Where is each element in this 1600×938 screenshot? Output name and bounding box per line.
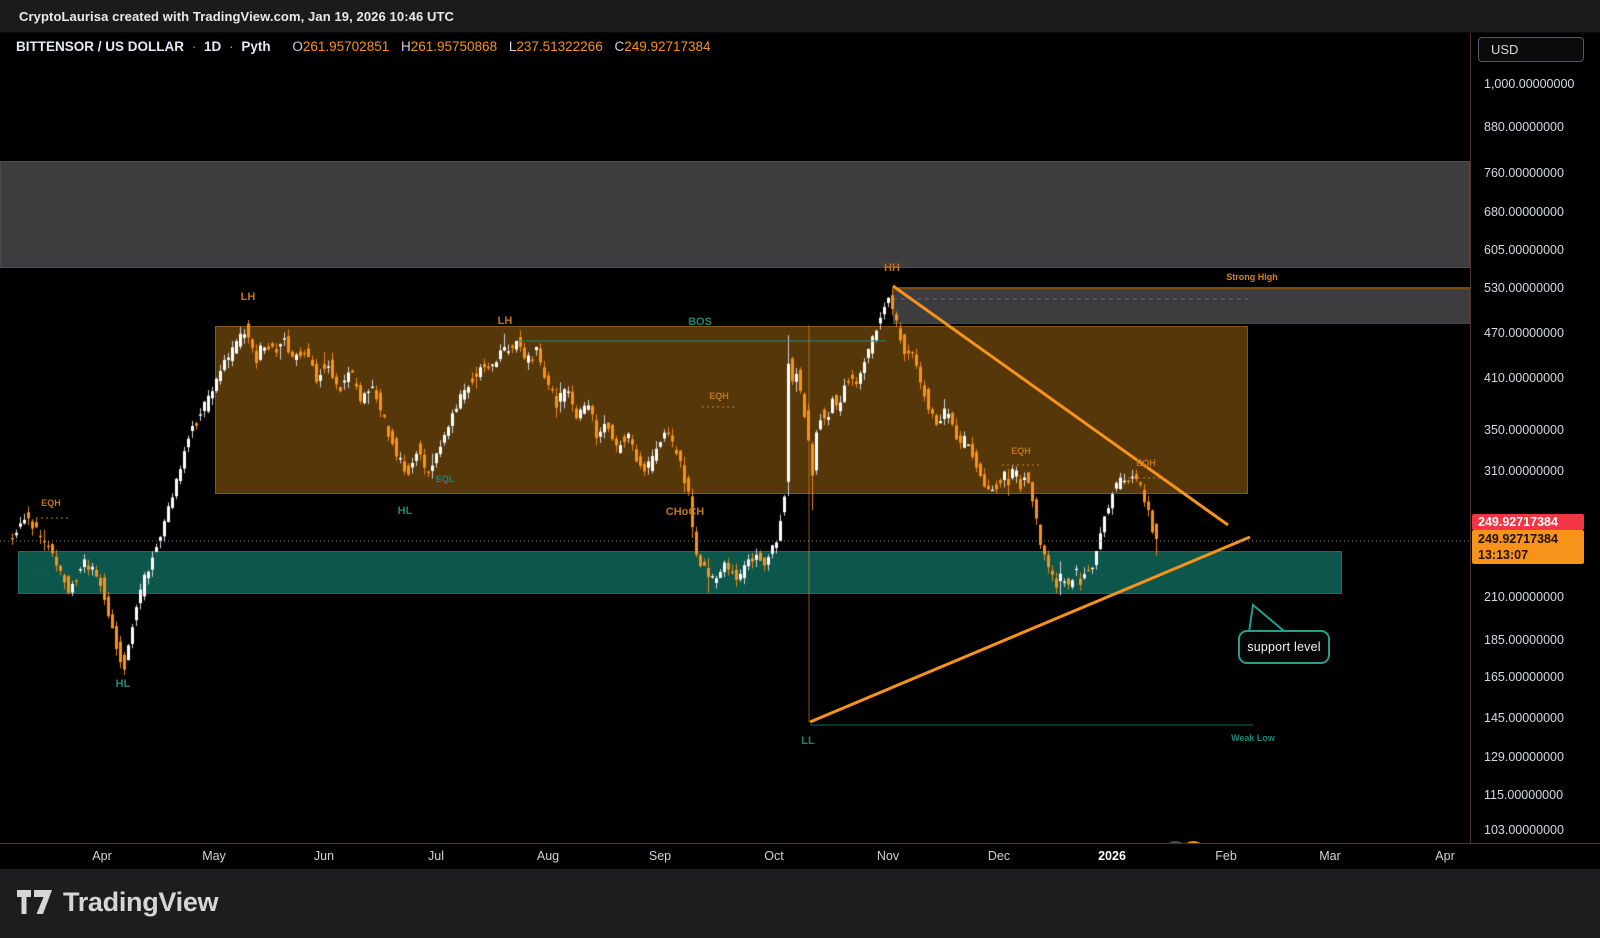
annotation-hl: HL [116, 678, 131, 690]
annotation-strong-high: Strong High [1226, 272, 1278, 282]
time-tick-aug: Aug [537, 849, 559, 863]
tradingview-wordmark: TradingView [63, 887, 218, 918]
currency-label: USD [1491, 42, 1518, 57]
annotation-eqh: EQH [41, 498, 61, 508]
support-level-text: support level [1247, 640, 1320, 654]
annotation-eql: EQL [31, 567, 50, 577]
time-tick-jul: Jul [428, 849, 444, 863]
annotation-hh: HH [884, 262, 900, 274]
support-level-callout[interactable]: support level [1238, 630, 1330, 664]
high-value: 261.95750868 [411, 39, 497, 54]
countdown-timer: 13:13:07 [1478, 547, 1584, 563]
countdown-price: 249.92717384 [1478, 531, 1584, 547]
time-tick-apr: Apr [92, 849, 111, 863]
price-tick: 410.00000000 [1484, 371, 1564, 385]
annotation-hl: HL [398, 505, 413, 517]
price-tick: 880.00000000 [1484, 120, 1564, 134]
time-tick-sep: Sep [649, 849, 671, 863]
attribution-banner: CryptoLaurisa created with TradingView.c… [0, 0, 1600, 33]
time-tick-may: May [202, 849, 226, 863]
close-label: C [614, 39, 624, 54]
countdown-badge[interactable]: 249.92717384 13:13:07 [1472, 530, 1584, 564]
tradingview-screenshot: CryptoLaurisa created with TradingView.c… [0, 0, 1600, 938]
chart-pane[interactable]: BITTENSOR / US DOLLAR · 1D · Pyth O261.9… [0, 33, 1470, 843]
last-price-badge[interactable]: 249.92717384 [1472, 514, 1584, 530]
time-tick-dec: Dec [988, 849, 1010, 863]
price-tick: 470.00000000 [1484, 326, 1564, 340]
price-tick: 605.00000000 [1484, 243, 1564, 257]
time-axis[interactable]: Apr May Jun Jul Aug Sep Oct Nov Dec 2026 Feb Mar Apr [0, 843, 1600, 869]
time-tick-oct: Oct [764, 849, 783, 863]
price-tick: 185.00000000 [1484, 633, 1564, 647]
annotation-lh: LH [241, 291, 256, 303]
price-tick: 310.00000000 [1484, 464, 1564, 478]
annotation-choch: CHoCH [666, 506, 705, 518]
price-tick: 350.00000000 [1484, 423, 1564, 437]
drawings-overlay [0, 33, 1470, 843]
footer: TradingView [0, 869, 1600, 938]
close-value: 249.92717384 [624, 39, 710, 54]
tradingview-logo-icon [17, 889, 53, 916]
time-tick-apr: Apr [1435, 849, 1454, 863]
data-source[interactable]: Pyth [241, 39, 270, 54]
symbol-title[interactable]: BITTENSOR / US DOLLAR [16, 39, 184, 54]
low-value: 237.51322266 [516, 39, 602, 54]
ohlc-values: O261.95702851 H261.95750868 L237.5132226… [284, 39, 710, 54]
price-tick: 530.00000000 [1484, 281, 1564, 295]
price-tick: 145.00000000 [1484, 711, 1564, 725]
open-value: 261.95702851 [303, 39, 389, 54]
annotation-weak-low: Weak Low [1231, 733, 1275, 743]
price-tick: 680.00000000 [1484, 205, 1564, 219]
timeframe[interactable]: 1D [204, 39, 221, 54]
time-tick-nov: Nov [877, 849, 899, 863]
annotation-bos: BOS [688, 316, 712, 328]
legend-separator: · [229, 39, 234, 54]
annotation-eql: EQL [436, 474, 455, 484]
tradingview-logo[interactable]: TradingView [17, 887, 218, 918]
time-tick-jun: Jun [314, 849, 334, 863]
annotation-eqh: EQH [1011, 446, 1031, 456]
price-tick: 165.00000000 [1484, 670, 1564, 684]
ascending-trendline[interactable] [810, 537, 1250, 722]
time-tick-feb: Feb [1215, 849, 1237, 863]
time-tick-2026: 2026 [1098, 849, 1126, 863]
price-tick: 129.00000000 [1484, 750, 1564, 764]
annotation-eqh: EQH [709, 391, 729, 401]
legend-separator: · [192, 39, 197, 54]
annotation-eqh: EQH [1136, 458, 1156, 468]
price-axis[interactable]: USD 249.92717384 249.92717384 13:13:07 1… [1470, 33, 1600, 843]
open-label: O [292, 39, 303, 54]
price-tick: 115.00000000 [1484, 788, 1563, 802]
currency-toggle-button[interactable]: USD [1478, 37, 1584, 62]
time-tick-mar: Mar [1319, 849, 1341, 863]
attribution-text: CryptoLaurisa created with TradingView.c… [19, 9, 454, 24]
descending-trendline[interactable] [893, 286, 1228, 525]
annotation-lh: LH [498, 315, 513, 327]
last-price-value: 249.92717384 [1478, 515, 1558, 529]
high-label: H [401, 39, 411, 54]
price-tick: 760.00000000 [1484, 166, 1564, 180]
symbol-legend[interactable]: BITTENSOR / US DOLLAR · 1D · Pyth O261.9… [16, 39, 711, 54]
price-tick: 1,000.00000000 [1484, 77, 1574, 91]
price-tick: 103.00000000 [1484, 823, 1564, 837]
price-tick: 210.00000000 [1484, 590, 1564, 604]
annotation-ll: LL [801, 735, 814, 747]
